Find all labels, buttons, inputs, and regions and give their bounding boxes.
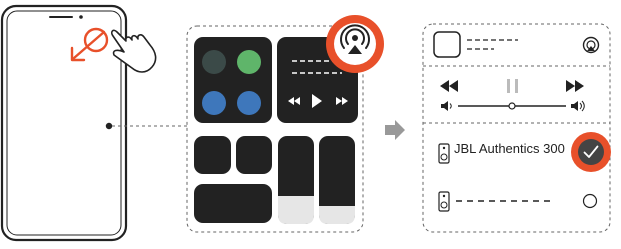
toggle-dot-blue-right — [237, 91, 261, 115]
volume-low-icon — [441, 101, 452, 111]
small-tile-2 — [236, 136, 272, 174]
device-name-jbl: JBL Authentics 300 — [454, 141, 565, 156]
toggle-dot-dark — [202, 50, 226, 74]
volume-slider[interactable] — [319, 136, 355, 224]
wide-tile — [194, 184, 272, 223]
control-center-panel — [186, 15, 384, 233]
airplay-icon — [352, 35, 358, 41]
rewind-icon[interactable] — [440, 80, 458, 92]
connector-dot — [105, 122, 113, 130]
swipe-down-gesture-icon — [70, 27, 157, 73]
album-art-placeholder — [433, 31, 461, 58]
brightness-slider[interactable] — [278, 136, 314, 224]
volume-high-icon — [571, 100, 585, 112]
fast-forward-icon[interactable] — [566, 80, 584, 92]
right-arrow-icon — [385, 120, 405, 140]
checkmark-circle — [578, 139, 604, 165]
diagram-canvas — [0, 4, 611, 242]
airplay-output-panel — [422, 23, 611, 233]
device-row-other[interactable] — [438, 191, 598, 212]
toggle-dot-green — [237, 50, 261, 74]
speaker-icon — [438, 143, 450, 164]
phone-camera — [79, 15, 83, 19]
airplay-setup-diagram: JBL Authentics 300 — [0, 0, 621, 244]
small-tile-1 — [194, 136, 231, 174]
radio-empty-icon — [582, 193, 598, 209]
output-volume-slider[interactable] — [458, 102, 566, 110]
airplay-highlight-button[interactable] — [326, 15, 384, 73]
pause-icon[interactable] — [507, 79, 518, 93]
volume-slider-thumb — [508, 102, 516, 110]
toggle-dot-blue-left — [202, 91, 226, 115]
speaker-icon — [438, 191, 450, 212]
airplay-icon-small[interactable] — [582, 36, 600, 54]
